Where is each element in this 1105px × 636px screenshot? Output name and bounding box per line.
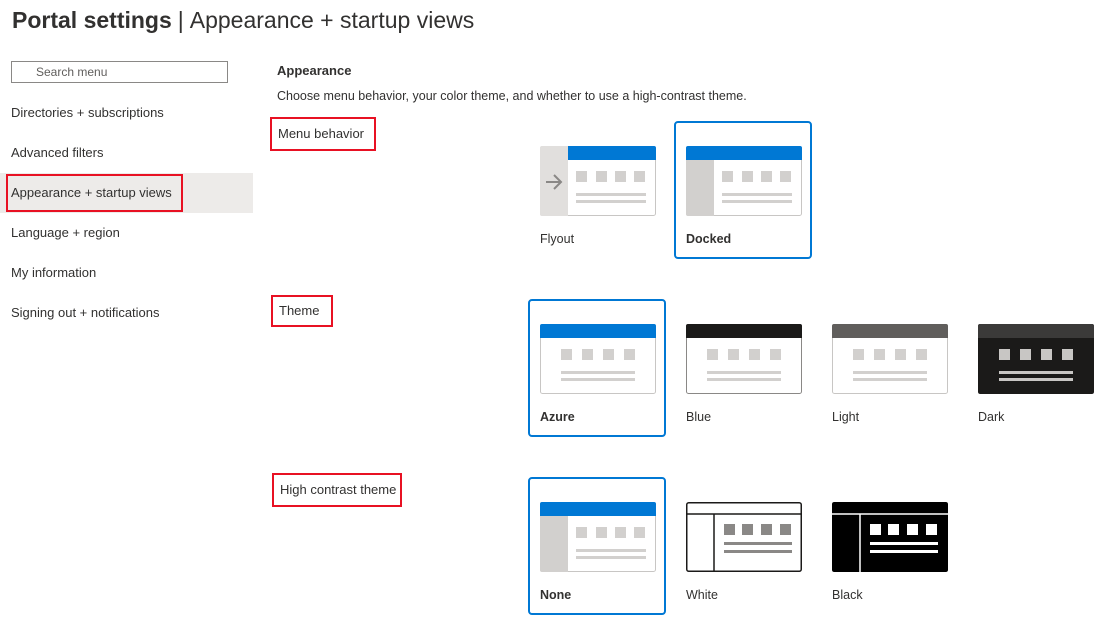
tile-label: Dark [978, 410, 1005, 424]
high-contrast-none-option[interactable]: None [528, 477, 666, 615]
azure-preview [540, 324, 656, 394]
white-preview [686, 502, 802, 572]
sidebar-item-label: Language + region [11, 225, 120, 240]
theme-azure-option[interactable]: Azure [528, 299, 666, 437]
sidebar-item-directories-subscriptions[interactable]: Directories + subscriptions [0, 93, 253, 133]
page-title: Portal settings | Appearance + startup vie… [12, 4, 474, 36]
blue-preview [686, 324, 802, 394]
high-contrast-label: High contrast theme [272, 473, 402, 507]
menu-flyout-option[interactable]: Flyout [528, 121, 666, 259]
menu-behavior-label: Menu behavior [270, 117, 376, 151]
tile-label: Blue [686, 410, 712, 424]
tile-label: None [540, 588, 572, 602]
docked-preview [686, 146, 802, 216]
sidebar-item-label: Directories + subscriptions [11, 105, 164, 120]
theme-dark-option[interactable]: Dark [966, 299, 1104, 437]
sidebar-item-advanced-filters[interactable]: Advanced filters [0, 133, 253, 173]
sidebar-item-signing-out-notifications[interactable]: Signing out + notifications [0, 293, 253, 333]
high-contrast-black-option[interactable]: Black [820, 477, 958, 615]
tile-label: Azure [540, 410, 575, 424]
none-preview [540, 502, 656, 572]
sidebar-item-label: Signing out + notifications [11, 305, 160, 320]
sidebar-item-language-region[interactable]: Language + region [0, 213, 253, 253]
tile-label: Black [832, 588, 863, 602]
tile-label: Flyout [540, 232, 575, 246]
tile-label: Light [832, 410, 860, 424]
sidebar-item-label: Appearance + startup views [11, 185, 172, 200]
title-separator: | [177, 7, 184, 33]
search-box [11, 61, 228, 83]
theme-blue-option[interactable]: Blue [674, 299, 812, 437]
high-contrast-white-option[interactable]: White [674, 477, 812, 615]
search-input[interactable] [12, 62, 227, 82]
menu-docked-option[interactable]: Docked [674, 121, 812, 259]
section-description: Choose menu behavior, your color theme, … [277, 89, 747, 103]
sidebar-item-label: Advanced filters [11, 145, 104, 160]
sidebar-item-my-information[interactable]: My information [0, 253, 253, 293]
black-preview [832, 502, 948, 572]
section-title: Appearance [277, 63, 352, 78]
light-preview [832, 324, 948, 394]
theme-label: Theme [271, 295, 333, 327]
tile-label: White [686, 588, 718, 602]
sidebar-item-label: My information [11, 265, 97, 280]
page-title-sub: Appearance + startup views [189, 7, 475, 33]
sidebar-nav: Directories + subscriptions Advanced fil… [0, 93, 253, 333]
flyout-preview [540, 146, 656, 216]
page-title-main: Portal settings [12, 7, 172, 33]
tile-label: Docked [686, 232, 732, 246]
dark-preview [978, 324, 1094, 394]
sidebar-item-appearance-startup-views[interactable]: Appearance + startup views [0, 173, 253, 213]
theme-light-option[interactable]: Light [820, 299, 958, 437]
